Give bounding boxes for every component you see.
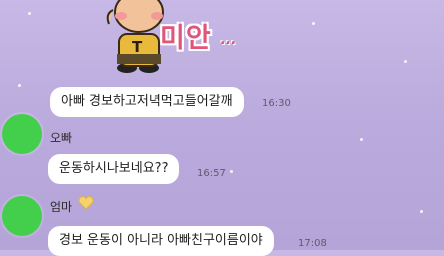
message-time: 17:08 [298,238,327,249]
sender-name: 엄마 [50,200,73,214]
message-text: 경보 운동이 아니라 아빠친구이름이야 [59,233,263,248]
message-time: 16:30 [262,98,291,109]
sender-name: 오빠 [50,131,73,145]
background-sparkle [312,22,315,25]
yellow-heart-icon [78,196,94,213]
message-text: 아빠 경보하고저녁먹고들어갈깨 [61,94,233,109]
message-bubble[interactable]: 운동하시나보네요?? [48,154,180,184]
sticker-dots: ... [220,32,236,48]
sticker-text: 미안 [160,23,212,54]
chat-window: T 미안 ... 아빠 경보하고저녁먹고들어갈깨 16:30 오빠 운동하시나보… [0,0,444,256]
message-bubble[interactable]: 경보 운동이 아니라 아빠친구이름이야 [48,226,274,256]
background-sparkle [28,12,31,15]
message-bubble[interactable]: 아빠 경보하고저녁먹고들어갈깨 [50,87,244,117]
avatar-oppa[interactable] [2,114,42,154]
message-text: 운동하시나보네요?? [59,161,169,176]
sorry-sticker[interactable]: T 미안 ... [105,0,236,74]
background-sparkle [360,138,363,141]
background-sparkle [230,170,233,173]
background-sparkle [404,60,407,63]
avatar-mom[interactable] [2,196,42,236]
message-time: 16:57 [197,168,226,179]
background-sparkle [420,210,423,213]
shirt-letter: T [132,38,143,56]
background-sparkle [18,84,21,87]
